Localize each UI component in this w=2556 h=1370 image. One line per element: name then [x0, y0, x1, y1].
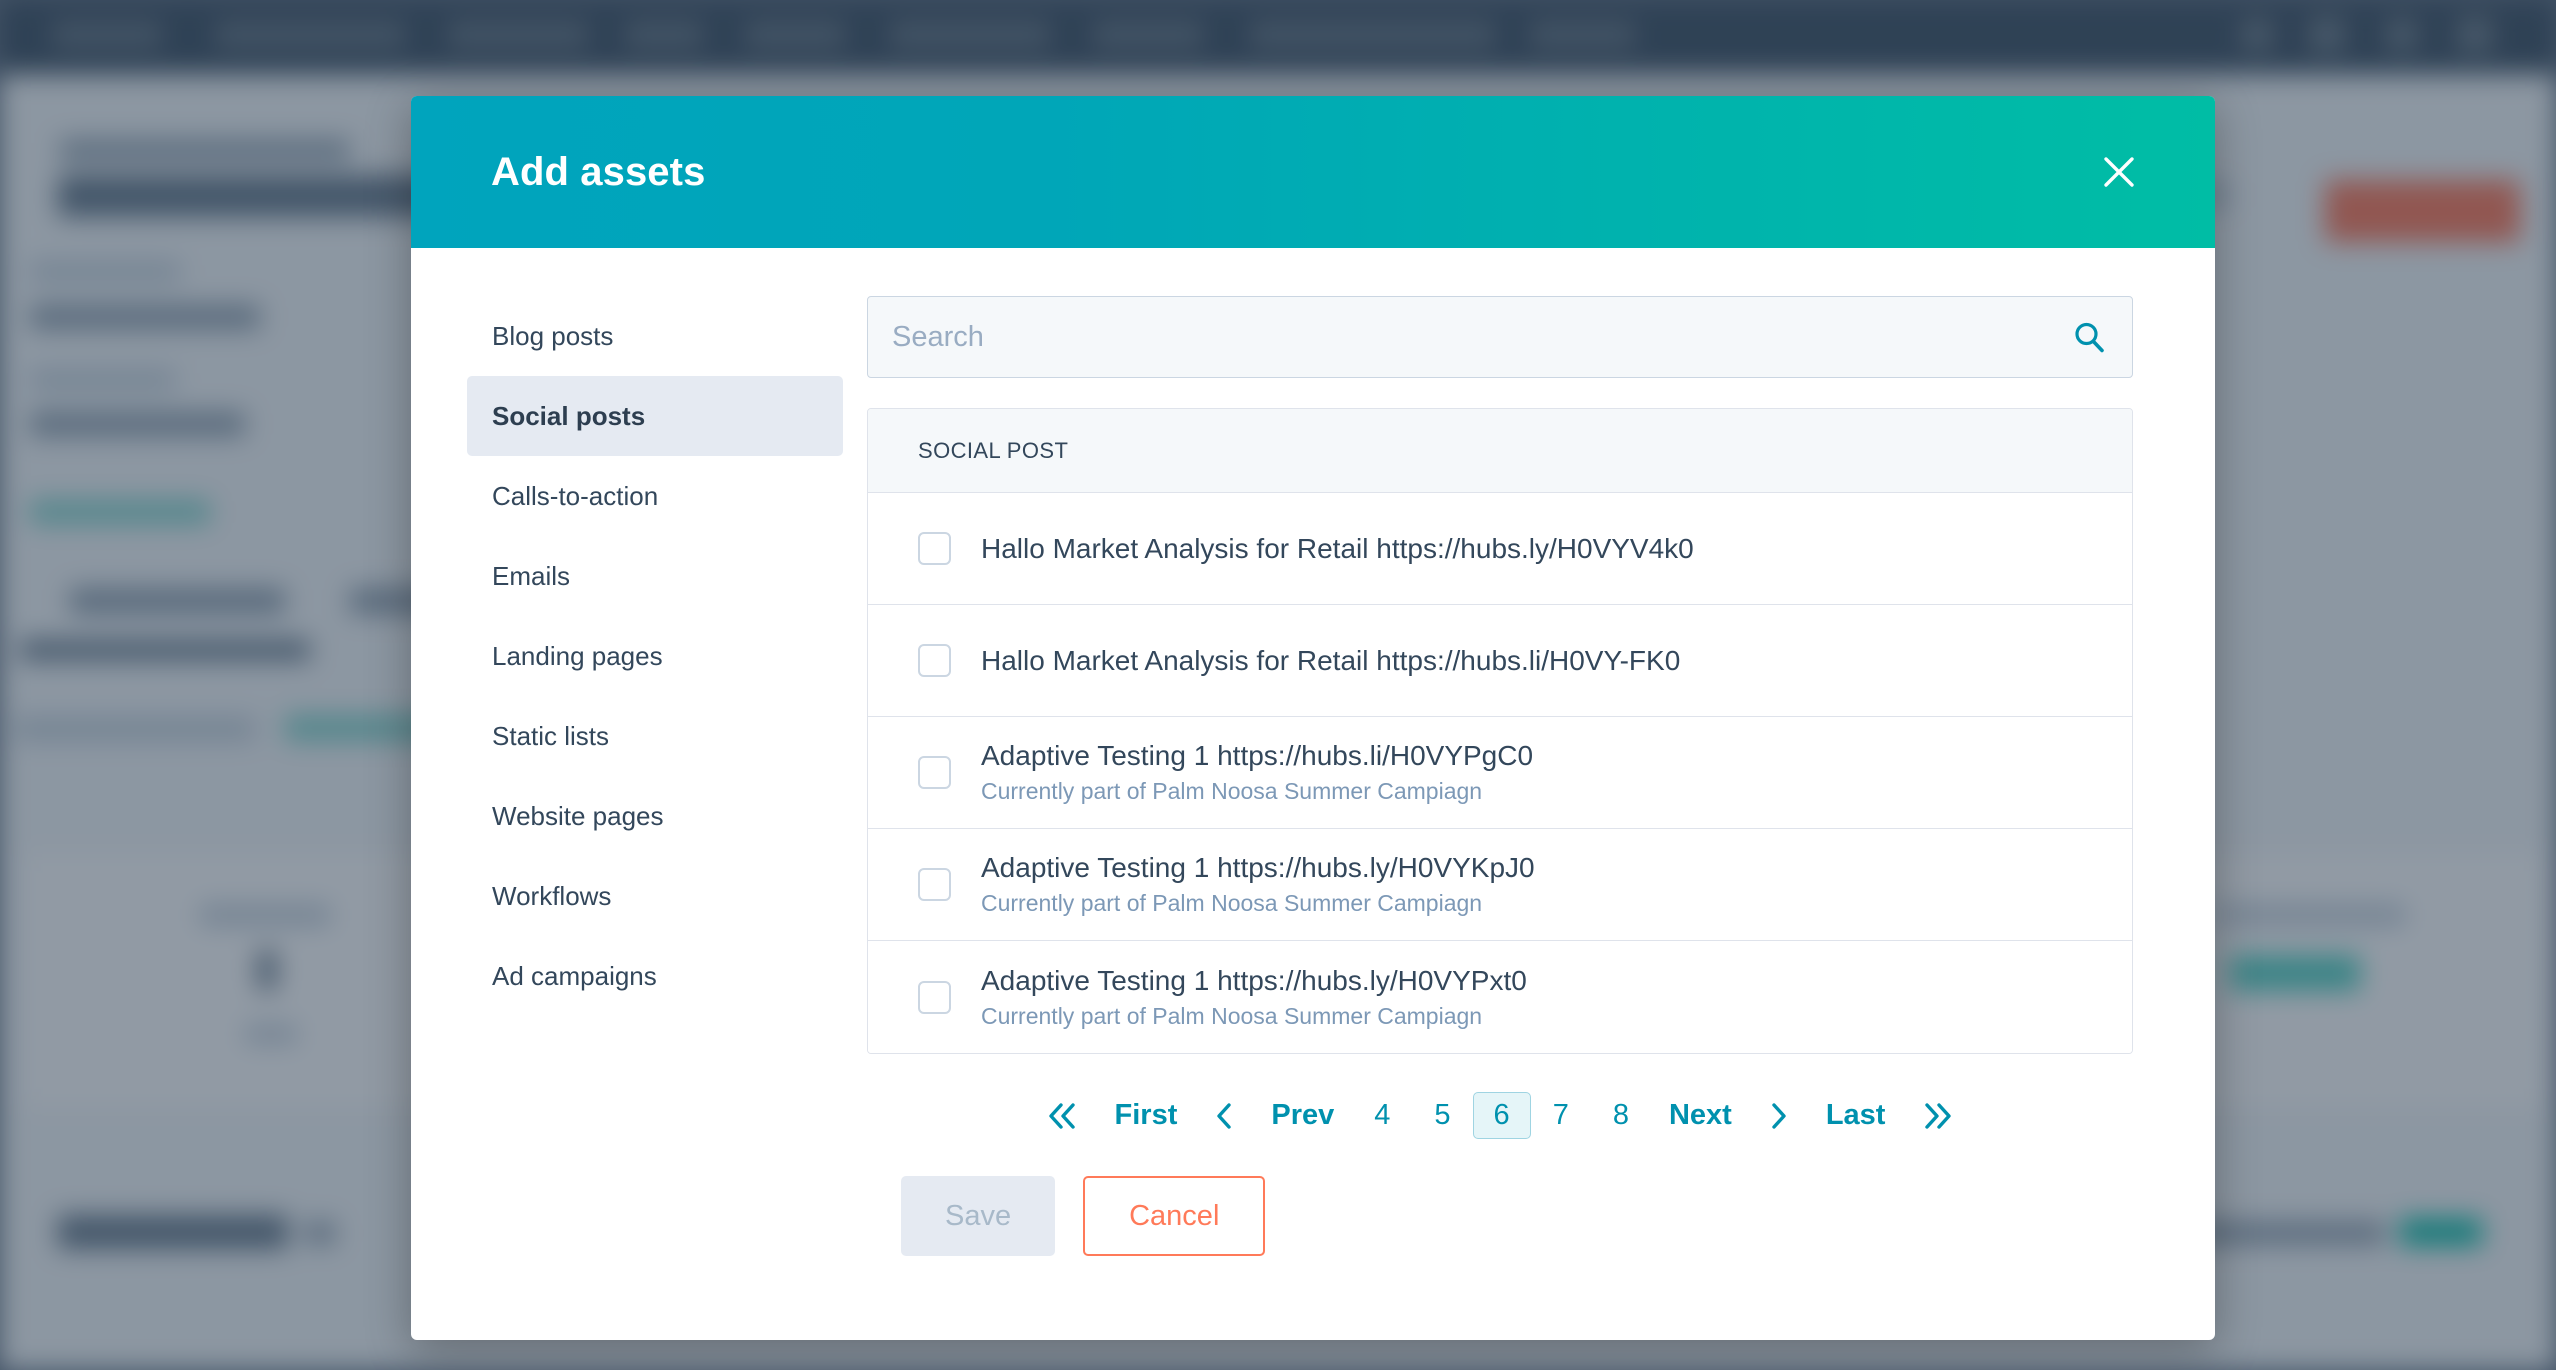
pagination-page-6-current[interactable]: 6: [1473, 1092, 1531, 1139]
row-subtitle: Currently part of Palm Noosa Summer Camp…: [981, 1002, 1527, 1031]
pagination-last-icon[interactable]: [1903, 1094, 1973, 1138]
row-title: Adaptive Testing 1 https://hubs.li/H0VYP…: [981, 738, 1533, 774]
close-button[interactable]: [2089, 142, 2149, 202]
social-post-table: SOCIAL POST Hallo Market Analysis for Re…: [867, 408, 2133, 1054]
pagination-prev-icon[interactable]: [1195, 1094, 1253, 1138]
row-content: Adaptive Testing 1 https://hubs.ly/H0VYP…: [981, 963, 1527, 1031]
table-row[interactable]: Adaptive Testing 1 https://hubs.ly/H0VYK…: [868, 829, 2132, 941]
sidebar-item-label: Landing pages: [492, 641, 663, 672]
row-title: Hallo Market Analysis for Retail https:/…: [981, 643, 1680, 679]
search-input[interactable]: [868, 321, 2132, 354]
sidebar-item-calls-to-action[interactable]: Calls-to-action: [467, 456, 843, 536]
sidebar-item-label: Static lists: [492, 721, 609, 752]
sidebar-item-label: Blog posts: [492, 321, 613, 352]
pagination-page-4[interactable]: 4: [1352, 1093, 1412, 1138]
pagination-page-7[interactable]: 7: [1531, 1093, 1591, 1138]
search-icon[interactable]: [2072, 320, 2106, 354]
row-checkbox[interactable]: [918, 868, 951, 901]
pagination-first-icon[interactable]: [1027, 1094, 1097, 1138]
row-title: Adaptive Testing 1 https://hubs.ly/H0VYK…: [981, 850, 1535, 886]
sidebar-item-label: Calls-to-action: [492, 481, 658, 512]
pagination: First Prev 4 5 6 7 8 Next Last: [867, 1092, 2133, 1139]
row-checkbox[interactable]: [918, 532, 951, 565]
sidebar-item-ad-campaigns[interactable]: Ad campaigns: [467, 936, 843, 1016]
pagination-page-8[interactable]: 8: [1591, 1093, 1651, 1138]
sidebar-item-website-pages[interactable]: Website pages: [467, 776, 843, 856]
save-button[interactable]: Save: [901, 1176, 1055, 1256]
add-assets-modal: Add assets Blog posts Social posts Calls…: [411, 96, 2215, 1340]
modal-title: Add assets: [491, 150, 2089, 195]
table-row[interactable]: Hallo Market Analysis for Retail https:/…: [868, 493, 2132, 605]
pagination-next-icon[interactable]: [1750, 1094, 1808, 1138]
pagination-first-link[interactable]: First: [1097, 1093, 1196, 1138]
modal-header: Add assets: [411, 96, 2215, 248]
sidebar-item-label: Website pages: [492, 801, 664, 832]
row-content: Hallo Market Analysis for Retail https:/…: [981, 531, 1694, 567]
pagination-page-5[interactable]: 5: [1412, 1093, 1472, 1138]
pagination-next-link[interactable]: Next: [1651, 1093, 1750, 1138]
sidebar-item-label: Emails: [492, 561, 570, 592]
row-title: Hallo Market Analysis for Retail https:/…: [981, 531, 1694, 567]
row-checkbox[interactable]: [918, 981, 951, 1014]
row-title: Adaptive Testing 1 https://hubs.ly/H0VYP…: [981, 963, 1527, 999]
row-content: Adaptive Testing 1 https://hubs.li/H0VYP…: [981, 738, 1533, 806]
table-column-header-social-post: SOCIAL POST: [868, 409, 2132, 493]
pagination-last-link[interactable]: Last: [1808, 1093, 1904, 1138]
cancel-button[interactable]: Cancel: [1083, 1176, 1265, 1256]
sidebar-item-social-posts[interactable]: Social posts: [467, 376, 843, 456]
table-row[interactable]: Hallo Market Analysis for Retail https:/…: [868, 605, 2132, 717]
row-subtitle: Currently part of Palm Noosa Summer Camp…: [981, 889, 1535, 918]
sidebar-item-label: Workflows: [492, 881, 611, 912]
sidebar-item-label: Social posts: [492, 401, 645, 432]
sidebar-item-blog-posts[interactable]: Blog posts: [467, 296, 843, 376]
row-subtitle: Currently part of Palm Noosa Summer Camp…: [981, 777, 1533, 806]
sidebar-item-static-lists[interactable]: Static lists: [467, 696, 843, 776]
row-content: Hallo Market Analysis for Retail https:/…: [981, 643, 1680, 679]
table-row[interactable]: Adaptive Testing 1 https://hubs.li/H0VYP…: [868, 717, 2132, 829]
sidebar-item-landing-pages[interactable]: Landing pages: [467, 616, 843, 696]
search-box: [867, 296, 2133, 378]
sidebar-item-emails[interactable]: Emails: [467, 536, 843, 616]
sidebar-item-label: Ad campaigns: [492, 961, 657, 992]
row-content: Adaptive Testing 1 https://hubs.ly/H0VYK…: [981, 850, 1535, 918]
sidebar-item-workflows[interactable]: Workflows: [467, 856, 843, 936]
close-icon: [2099, 152, 2139, 192]
modal-footer: Save Cancel: [411, 1176, 2215, 1340]
row-checkbox[interactable]: [918, 644, 951, 677]
pagination-prev-link[interactable]: Prev: [1253, 1093, 1352, 1138]
row-checkbox[interactable]: [918, 756, 951, 789]
table-row[interactable]: Adaptive Testing 1 https://hubs.ly/H0VYP…: [868, 941, 2132, 1053]
